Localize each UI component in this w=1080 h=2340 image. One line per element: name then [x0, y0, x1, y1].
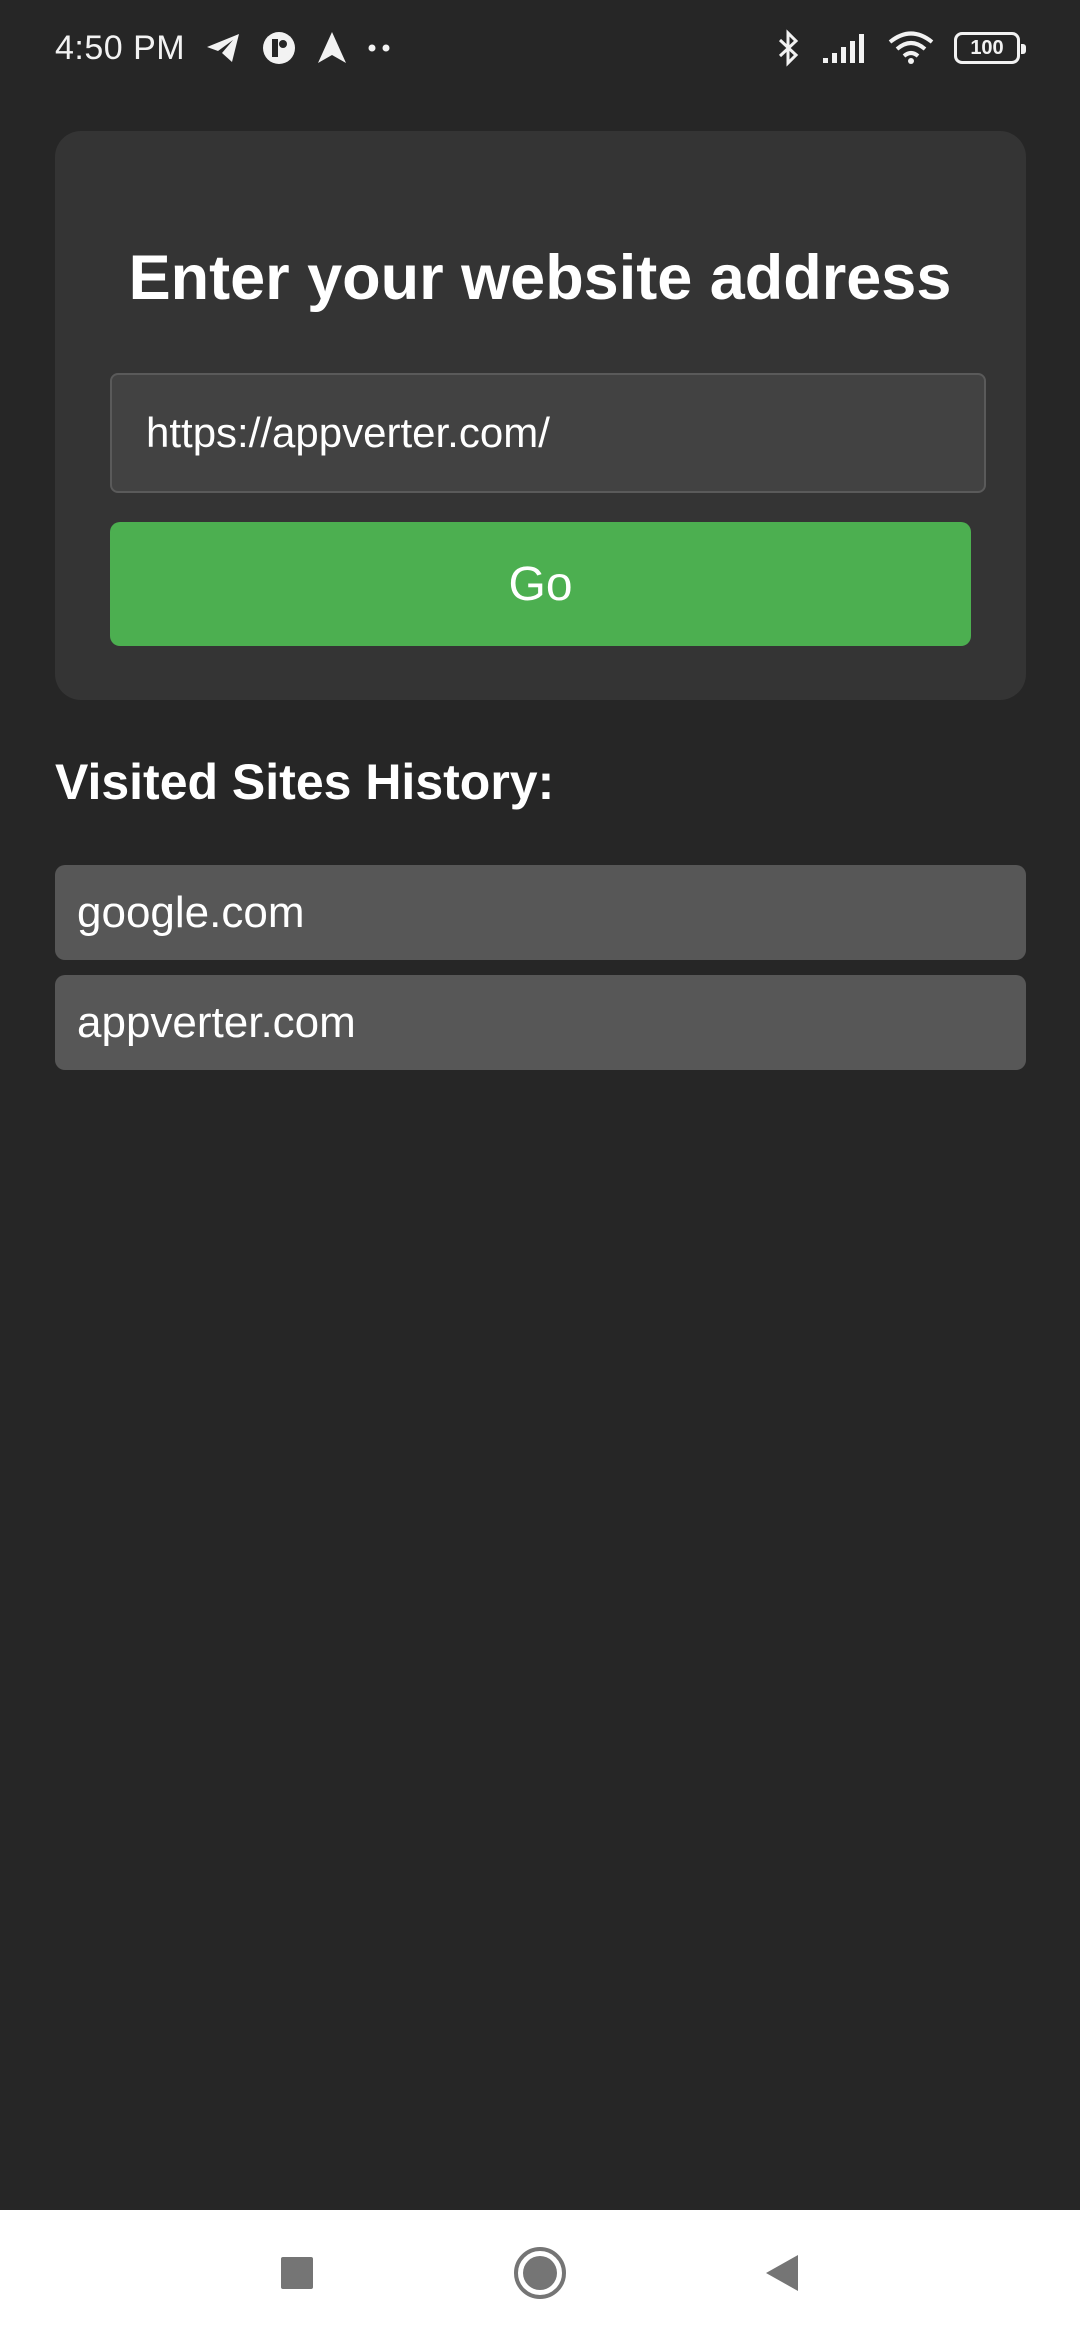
go-button[interactable]: Go [110, 522, 971, 646]
battery-icon: 100 [954, 32, 1026, 64]
app-icon [261, 30, 297, 66]
url-input[interactable] [110, 373, 986, 493]
more-dots-icon [367, 43, 393, 53]
bluetooth-icon [776, 29, 802, 67]
home-button[interactable] [508, 2243, 572, 2307]
history-item[interactable]: appverter.com [55, 975, 1026, 1070]
recents-button[interactable] [265, 2243, 329, 2307]
status-time: 4:50 PM [55, 28, 186, 67]
navigation-icon [317, 31, 347, 65]
back-triangle-icon [762, 2253, 802, 2297]
status-bar: 4:50 PM 100 [0, 0, 1080, 96]
status-left: 4:50 PM [55, 29, 393, 68]
home-circle-icon [512, 2245, 568, 2305]
telegram-icon [205, 32, 241, 64]
page-title: Enter your website address [128, 243, 952, 313]
recents-square-icon [280, 2256, 314, 2294]
back-button[interactable] [750, 2243, 814, 2307]
history-list: google.com appverter.com [55, 865, 1026, 1085]
history-title: Visited Sites History: [55, 754, 555, 810]
wifi-icon [888, 31, 934, 65]
status-right: 100 [776, 29, 1026, 67]
navigation-bar [0, 2210, 1080, 2340]
signal-icon [822, 32, 868, 64]
history-item[interactable]: google.com [55, 865, 1026, 960]
battery-level: 100 [970, 36, 1004, 59]
